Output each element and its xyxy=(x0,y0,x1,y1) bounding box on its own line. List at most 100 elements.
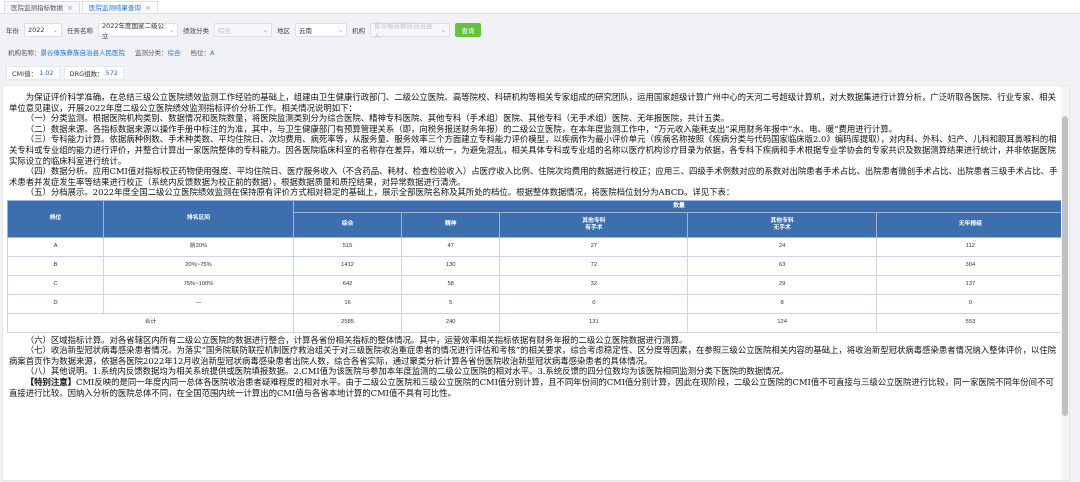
region-select[interactable]: 云南 ⌄ xyxy=(295,23,347,37)
task-select[interactable]: 2022年度国家二级公立 ⌄ xyxy=(98,22,178,40)
cell-value: 24 xyxy=(687,236,877,257)
table-row: B 20%~75% 1412 130 72 63 304 xyxy=(7,255,1066,276)
chevron-down-icon: ⌄ xyxy=(262,26,268,34)
cell-value: 5 xyxy=(401,293,501,314)
region-label: 地区 xyxy=(277,27,290,35)
cell-value: 515 xyxy=(292,236,403,257)
drg-value: 572 xyxy=(105,69,119,77)
chevron-down-icon: ⌄ xyxy=(52,26,58,34)
doc-paragraph: （六）区域指标计算。对各省辖区内所有二级公立医院的数据进行整合，计算各省份相关指… xyxy=(25,334,688,345)
cell-rank: D xyxy=(7,293,104,314)
header-rank: 档位 xyxy=(7,199,104,238)
cell-value: 240 xyxy=(401,312,501,333)
org-info: 机构名称：景谷傣族彝族自治县人民医院 监测分类：综合 档位：A xyxy=(8,46,214,58)
org-name-value: 景谷傣族彝族自治县人民医院 xyxy=(40,49,126,57)
cell-value: 112 xyxy=(875,236,1066,257)
cell-range: — xyxy=(103,293,294,314)
table-row: C 75%~100% 642 58 32 29 137 xyxy=(7,274,1066,295)
cell-value: 1412 xyxy=(292,255,403,276)
tab-bar: 医院监测指标数据 × 医院监测结果查询 × xyxy=(0,0,1080,14)
cell-value: 58 xyxy=(401,274,501,295)
tab-label: 医院监测指标数据 xyxy=(11,3,63,12)
drg-card: DRG组数： 572 xyxy=(63,66,125,80)
cell-value: 2585 xyxy=(292,312,403,333)
rank-value: A xyxy=(210,49,215,57)
cell-value: 27 xyxy=(499,236,689,257)
chevron-down-icon: ⌄ xyxy=(337,26,343,34)
cell-value: 130 xyxy=(401,255,501,276)
org-name: 机构名称：景谷傣族彝族自治县人民医院 xyxy=(8,47,125,57)
document-panel: 为保证评价科学准确，在总结三级公立医院绩效监测工作经验的基础上，组建由卫生健康行… xyxy=(2,85,1070,481)
tab-indicator-data[interactable]: 医院监测指标数据 × xyxy=(4,1,80,13)
cell-value: 124 xyxy=(687,312,877,333)
cell-value: 0 xyxy=(499,293,689,314)
cell-total-label: 合计 xyxy=(7,312,294,333)
query-button[interactable]: 查询 xyxy=(455,23,481,37)
drg-label: DRG组数： xyxy=(69,70,104,78)
cell-rank: A xyxy=(7,236,104,257)
cell-value: 553 xyxy=(875,312,1066,333)
special-text: CMI反映的是同一年度内同一总体各医院收治患者疑难程度的相对水平。由于二级公立医… xyxy=(9,376,1054,398)
chevron-down-icon: ⌄ xyxy=(440,26,446,34)
chevron-down-icon: ⌄ xyxy=(168,26,174,34)
cell-range: 75%~100% xyxy=(103,274,294,295)
perf-select[interactable]: 综合 ⌄ xyxy=(214,23,272,37)
category-value: 综合 xyxy=(167,49,181,57)
year-label: 年份 xyxy=(6,27,19,35)
special-label: 【特别注意】 xyxy=(25,376,77,387)
org-select[interactable]: 景谷傣族彝族自治县人 ⌄ xyxy=(370,22,450,40)
cell-value: 137 xyxy=(875,274,1066,295)
document-body: 为保证评价科学准确，在总结三级公立医院绩效监测工作经验的基础上，组建由卫生健康行… xyxy=(7,92,1066,398)
header-count: 数量 xyxy=(293,199,1065,213)
app-root: 医院监测指标数据 × 医院监测结果查询 × 年份 2022 ⌄ 任务名称 2022… xyxy=(0,0,1080,482)
cmi-label: CMI值： xyxy=(12,70,38,78)
category: 监测分类：综合 xyxy=(135,47,181,57)
close-icon[interactable]: × xyxy=(67,2,73,14)
header-col: 其他专科 无手术 xyxy=(687,211,877,238)
doc-paragraph: 为保证评价科学准确，在总结三级公立医院绩效监测工作经验的基础上，组建由卫生健康行… xyxy=(9,92,1056,113)
doc-paragraph: （四）数据分析。应用CMI值对指标校正药物使用强度、平均住院日、医疗服务收入（不… xyxy=(9,166,1058,187)
perf-label: 绩效分类 xyxy=(183,27,209,35)
table-row: D — 16 5 0 8 0 xyxy=(7,293,1066,314)
cmi-card: CMI值： 1.02 xyxy=(6,66,60,80)
cell-range: 20%~75% xyxy=(103,255,294,276)
cell-rank: C xyxy=(7,274,104,295)
tab-result-query[interactable]: 医院监测结果查询 × xyxy=(81,1,158,14)
org-name-label: 机构名称： xyxy=(8,49,41,57)
cell-range: 前20% xyxy=(103,236,294,257)
scrollbar[interactable] xyxy=(1061,86,1069,480)
doc-special-note: 【特别注意】CMI反映的是同一年度内同一总体各医院收治患者疑难程度的相对水平。由… xyxy=(9,377,1059,398)
scrollbar-thumb[interactable] xyxy=(1062,116,1068,416)
rank-table: 档位 排名区间 数量 综合 精神 其他专科 有手术 其他专科 无手术 无年报组 … xyxy=(7,199,1066,333)
region-value: 云南 xyxy=(299,27,312,35)
table-row: A 前20% 515 47 27 24 112 xyxy=(7,236,1066,257)
rank: 档位：A xyxy=(191,47,215,57)
table-row-total: 合计 2585 240 131 124 553 xyxy=(7,312,1066,333)
org-value: 景谷傣族彝族自治县人 xyxy=(374,22,433,40)
rank-label: 档位： xyxy=(190,49,211,57)
category-label: 监测分类： xyxy=(135,49,168,57)
cell-value: 131 xyxy=(499,312,689,333)
task-value: 2022年度国家二级公立 xyxy=(102,22,165,40)
task-label: 任务名称 xyxy=(67,27,93,35)
header-col: 精神 xyxy=(401,211,501,238)
cell-value: 642 xyxy=(292,274,403,295)
year-select[interactable]: 2022 ⌄ xyxy=(24,23,62,37)
close-icon[interactable]: × xyxy=(145,2,151,14)
year-value: 2022 xyxy=(28,26,45,34)
doc-paragraph: （八）其他说明。1.系统内反馈数据均为相关系统提供或医院填报数据。2.CMI值为… xyxy=(25,366,789,377)
cell-value: 72 xyxy=(499,255,689,276)
cell-rank: B xyxy=(7,255,104,276)
cell-value: 0 xyxy=(875,293,1066,314)
cell-value: 304 xyxy=(875,255,1066,276)
header-col: 综合 xyxy=(292,211,403,238)
perf-value: 综合 xyxy=(218,27,231,35)
doc-paragraph: （三）专科能力计算。依据病种例数、手术种类数、平均住院日、次均费用、病死率等，从… xyxy=(9,134,1057,166)
cell-value: 63 xyxy=(687,255,877,276)
doc-paragraph: （二）数据来源。各指标数据来源以操作手册中标注的为准，其中，与卫生健康部门有预算… xyxy=(25,123,898,134)
cmi-value: 1.02 xyxy=(39,69,54,77)
doc-paragraph: （五）分档展示。2022年度全国二级公立医院绩效监测在保持原有评价方式相对稳定的… xyxy=(25,187,735,198)
filter-bar: 年份 2022 ⌄ 任务名称 2022年度国家二级公立 ⌄ 绩效分类 综合 ⌄ 地区 … xyxy=(0,18,1080,42)
header-col: 其他专科 有手术 xyxy=(499,211,689,238)
header-col: 无年报组 xyxy=(875,211,1066,238)
